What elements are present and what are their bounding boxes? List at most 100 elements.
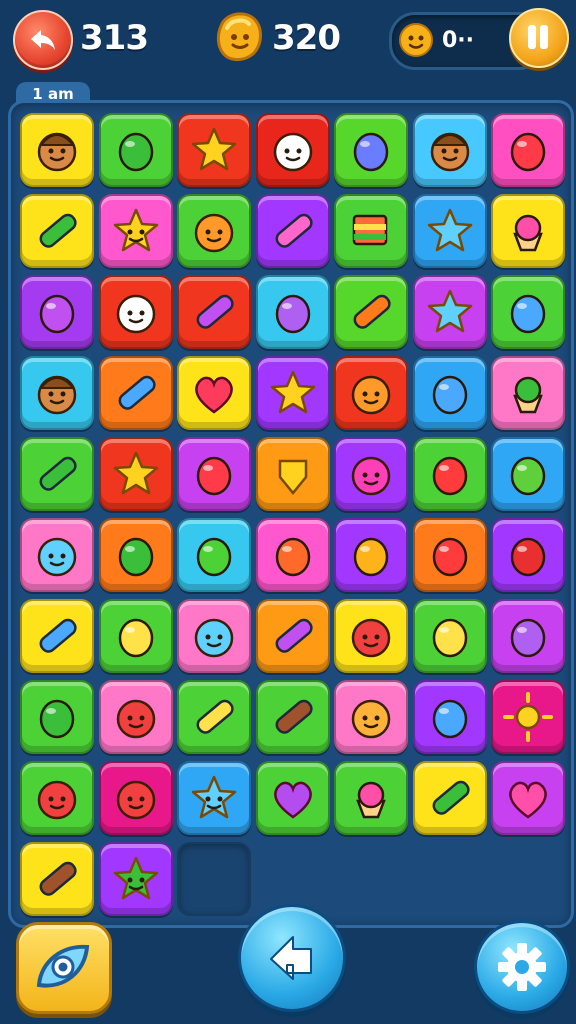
tile[interactable] <box>334 437 408 511</box>
tile[interactable] <box>20 275 94 349</box>
tile[interactable] <box>255 275 330 349</box>
tile[interactable] <box>255 680 330 754</box>
mango-icon <box>353 537 389 577</box>
tile[interactable] <box>412 599 487 673</box>
tile[interactable] <box>177 113 251 187</box>
tile[interactable] <box>491 356 565 430</box>
tile[interactable] <box>177 437 251 511</box>
tile[interactable] <box>98 599 173 673</box>
tile[interactable] <box>98 842 173 916</box>
tile[interactable] <box>412 761 487 835</box>
tile[interactable] <box>412 275 487 349</box>
tile[interactable] <box>98 680 173 754</box>
ice-cream-icon <box>356 781 386 819</box>
tile[interactable] <box>98 356 173 430</box>
tile[interactable] <box>334 518 408 592</box>
tile[interactable] <box>177 194 251 268</box>
blue-fish-icon <box>432 699 467 739</box>
tile[interactable] <box>255 194 330 268</box>
settings-button[interactable] <box>474 920 570 1014</box>
blue-capsule-icon <box>118 375 156 410</box>
blue-star-icon <box>427 289 472 333</box>
caterpillar-icon <box>39 213 77 248</box>
tile[interactable] <box>412 680 487 754</box>
green-dragon-icon <box>118 537 153 577</box>
tile[interactable] <box>20 761 94 835</box>
hint-button[interactable] <box>16 922 112 1014</box>
lemon-icon <box>118 618 153 658</box>
tile[interactable] <box>491 518 565 592</box>
tile[interactable] <box>177 599 251 673</box>
back-arrow-icon <box>31 30 55 50</box>
tile[interactable] <box>491 599 565 673</box>
fox-face-icon <box>351 375 391 415</box>
blueberry-icon <box>353 132 389 172</box>
coin-icon <box>216 12 262 61</box>
yellow-gem-icon <box>278 459 307 495</box>
tile[interactable] <box>255 599 330 673</box>
tile[interactable] <box>98 761 173 835</box>
tile[interactable] <box>255 518 330 592</box>
score-value: 313 <box>80 18 149 58</box>
apple-icon <box>196 456 232 496</box>
tile[interactable] <box>412 356 487 430</box>
tile[interactable] <box>491 680 565 754</box>
blue-creature-icon <box>37 537 77 577</box>
pink-heart-icon <box>509 781 547 819</box>
tile[interactable] <box>177 356 251 430</box>
tile[interactable] <box>177 518 251 592</box>
pause-button[interactable] <box>509 8 569 68</box>
tile[interactable] <box>334 599 408 673</box>
tile[interactable] <box>412 437 487 511</box>
tile[interactable] <box>98 194 173 268</box>
green-star-creature-icon <box>113 856 158 900</box>
tile[interactable] <box>98 518 173 592</box>
tile[interactable] <box>334 194 408 268</box>
tile[interactable] <box>20 680 94 754</box>
tile[interactable] <box>98 275 173 349</box>
tile[interactable] <box>177 275 251 349</box>
tile[interactable] <box>334 761 408 835</box>
tile[interactable] <box>412 194 487 268</box>
tile[interactable] <box>98 437 173 511</box>
tile[interactable] <box>491 194 565 268</box>
caterpillar-icon <box>432 780 470 815</box>
tile[interactable] <box>412 113 487 187</box>
tile[interactable] <box>491 761 565 835</box>
green-egg-icon <box>510 456 546 496</box>
tile[interactable] <box>255 113 330 187</box>
tile[interactable] <box>20 842 94 916</box>
tile[interactable] <box>412 518 487 592</box>
blue-leaf-icon <box>39 699 75 739</box>
tile[interactable] <box>255 437 330 511</box>
tile[interactable] <box>491 275 565 349</box>
tile[interactable] <box>334 275 408 349</box>
tile[interactable] <box>334 680 408 754</box>
tile[interactable] <box>177 761 251 835</box>
tile[interactable] <box>334 113 408 187</box>
tile[interactable] <box>20 437 94 511</box>
tile[interactable] <box>20 113 94 187</box>
tile[interactable] <box>177 680 251 754</box>
tile[interactable] <box>255 356 330 430</box>
tile[interactable] <box>491 113 565 187</box>
tile[interactable] <box>491 437 565 511</box>
tile[interactable] <box>20 518 94 592</box>
tile[interactable] <box>334 356 408 430</box>
eye-icon <box>36 944 90 988</box>
top-hud: 313 320 0·· <box>0 0 576 80</box>
undo-button[interactable] <box>238 904 346 1012</box>
tile[interactable] <box>20 194 94 268</box>
red-pepper-icon <box>432 537 467 577</box>
star-face-icon <box>113 208 158 252</box>
tile[interactable] <box>98 113 173 187</box>
back-button[interactable] <box>13 10 73 70</box>
blue-blob-icon <box>432 375 467 415</box>
lemon-icon <box>432 618 467 658</box>
candy-icon <box>275 213 313 248</box>
tile[interactable] <box>20 356 94 430</box>
blue-star-face-icon <box>191 775 237 819</box>
brown-crayon-icon <box>275 699 313 734</box>
tile[interactable] <box>20 599 94 673</box>
tile[interactable] <box>255 761 330 835</box>
